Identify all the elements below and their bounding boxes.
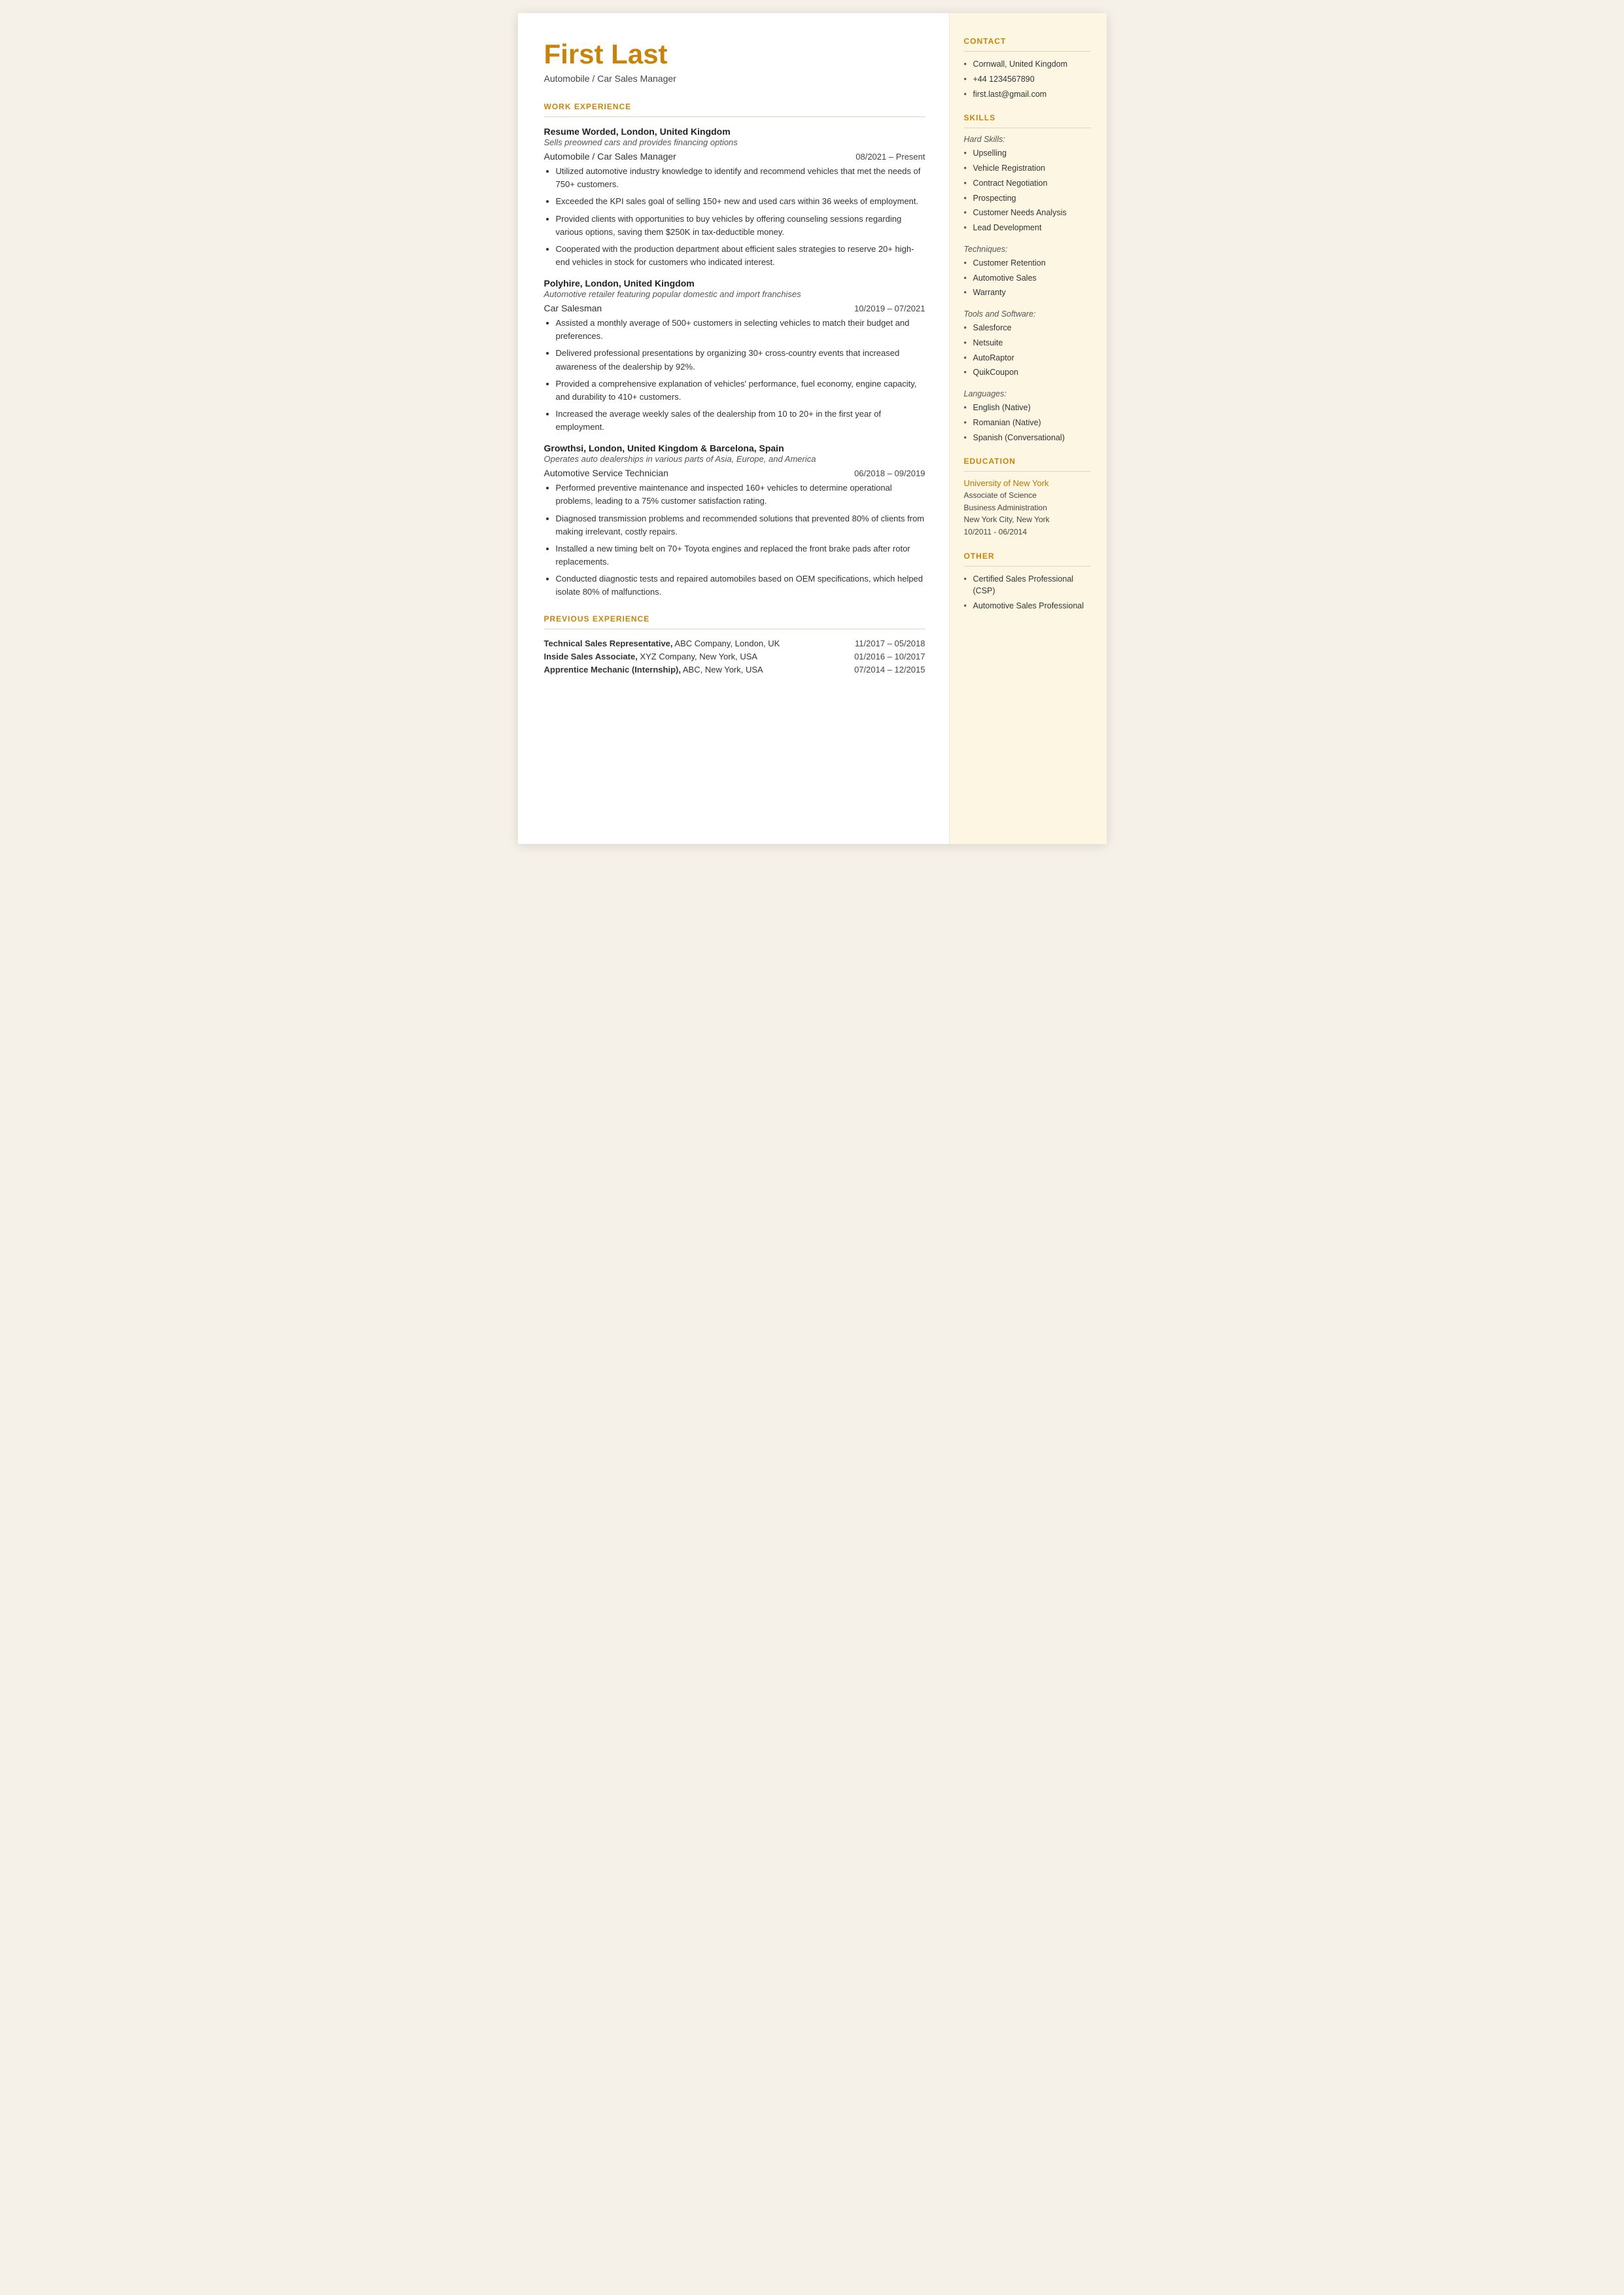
job-2-bullet-3: Provided a comprehensive explanation of … bbox=[556, 377, 925, 404]
job-2: Polyhire, London, United Kingdom Automot… bbox=[544, 278, 925, 434]
job-1: Resume Worded, London, United Kingdom Se… bbox=[544, 126, 925, 269]
technique-warranty: Warranty bbox=[964, 287, 1091, 299]
job-1-bullet-1: Utilized automotive industry knowledge t… bbox=[556, 165, 925, 191]
tool-autoraptor: AutoRaptor bbox=[964, 352, 1091, 364]
contact-section: CONTACT Cornwall, United Kingdom +44 123… bbox=[964, 37, 1091, 100]
technique-customer-retention: Customer Retention bbox=[964, 257, 1091, 270]
candidate-name: First Last bbox=[544, 39, 925, 69]
job-1-title-row: Automobile / Car Sales Manager 08/2021 –… bbox=[544, 151, 925, 162]
job-1-bullet-3: Provided clients with opportunities to b… bbox=[556, 213, 925, 239]
previous-jobs: Technical Sales Representative, ABC Comp… bbox=[544, 639, 925, 674]
job-1-bullets: Utilized automotive industry knowledge t… bbox=[556, 165, 925, 269]
skills-title: SKILLS bbox=[964, 113, 1091, 122]
job-3-title-row: Automotive Service Technician 06/2018 – … bbox=[544, 468, 925, 478]
education-location: New York City, New York bbox=[964, 514, 1091, 526]
work-experience-divider bbox=[544, 116, 925, 117]
contact-title: CONTACT bbox=[964, 37, 1091, 46]
job-3-dates: 06/2018 – 09/2019 bbox=[854, 468, 925, 478]
hard-skills-list: Upselling Vehicle Registration Contract … bbox=[964, 147, 1091, 234]
contact-list: Cornwall, United Kingdom +44 1234567890 … bbox=[964, 58, 1091, 100]
skill-prospecting: Prospecting bbox=[964, 192, 1091, 205]
right-column: CONTACT Cornwall, United Kingdom +44 123… bbox=[950, 13, 1107, 844]
job-2-title-row: Car Salesman 10/2019 – 07/2021 bbox=[544, 303, 925, 313]
skill-lead-development: Lead Development bbox=[964, 222, 1091, 234]
education-school: University of New York bbox=[964, 478, 1091, 488]
job-2-company: Polyhire, London, United Kingdom bbox=[544, 278, 925, 289]
job-3: Growthsi, London, United Kingdom & Barce… bbox=[544, 443, 925, 599]
candidate-subtitle: Automobile / Car Sales Manager bbox=[544, 73, 925, 84]
job-2-bullets: Assisted a monthly average of 500+ custo… bbox=[556, 317, 925, 434]
contact-email: first.last@gmail.com bbox=[964, 88, 1091, 101]
job-1-tagline: Sells preowned cars and provides financi… bbox=[544, 137, 925, 147]
job-3-bullets: Performed preventive maintenance and ins… bbox=[556, 482, 925, 599]
prev-job-1-label: Technical Sales Representative, ABC Comp… bbox=[544, 639, 780, 648]
job-2-title: Car Salesman bbox=[544, 303, 602, 313]
education-section: EDUCATION University of New York Associa… bbox=[964, 457, 1091, 538]
skills-section: SKILLS Hard Skills: Upselling Vehicle Re… bbox=[964, 113, 1091, 444]
skill-upselling: Upselling bbox=[964, 147, 1091, 160]
work-experience-title: WORK EXPERIENCE bbox=[544, 102, 925, 111]
techniques-label: Techniques: bbox=[964, 245, 1091, 254]
hard-skills-label: Hard Skills: bbox=[964, 135, 1091, 144]
prev-job-3-row: Apprentice Mechanic (Internship), ABC, N… bbox=[544, 665, 925, 674]
education-degree: Associate of Science bbox=[964, 489, 1091, 502]
skill-vehicle-registration: Vehicle Registration bbox=[964, 162, 1091, 175]
contact-divider bbox=[964, 51, 1091, 52]
job-2-tagline: Automotive retailer featuring popular do… bbox=[544, 289, 925, 299]
job-3-company: Growthsi, London, United Kingdom & Barce… bbox=[544, 443, 925, 453]
language-english: English (Native) bbox=[964, 402, 1091, 414]
job-3-title: Automotive Service Technician bbox=[544, 468, 668, 478]
education-divider bbox=[964, 471, 1091, 472]
tool-salesforce: Salesforce bbox=[964, 322, 1091, 334]
job-3-bullet-1: Performed preventive maintenance and ins… bbox=[556, 482, 925, 508]
job-3-bullet-3: Installed a new timing belt on 70+ Toyot… bbox=[556, 542, 925, 569]
job-1-bullet-2: Exceeded the KPI sales goal of selling 1… bbox=[556, 195, 925, 208]
other-list: Certified Sales Professional (CSP) Autom… bbox=[964, 573, 1091, 612]
job-3-bullet-4: Conducted diagnostic tests and repaired … bbox=[556, 572, 925, 599]
contact-phone: +44 1234567890 bbox=[964, 73, 1091, 86]
job-3-bullet-2: Diagnosed transmission problems and reco… bbox=[556, 512, 925, 538]
job-1-company: Resume Worded, London, United Kingdom bbox=[544, 126, 925, 137]
prev-job-3-label: Apprentice Mechanic (Internship), ABC, N… bbox=[544, 665, 763, 674]
job-1-dates: 08/2021 – Present bbox=[855, 152, 925, 162]
language-spanish: Spanish (Conversational) bbox=[964, 432, 1091, 444]
technique-automotive-sales: Automotive Sales bbox=[964, 272, 1091, 285]
prev-job-2-dates: 01/2016 – 10/2017 bbox=[854, 652, 925, 661]
tools-label: Tools and Software: bbox=[964, 309, 1091, 319]
languages-label: Languages: bbox=[964, 389, 1091, 398]
prev-job-3-dates: 07/2014 – 12/2015 bbox=[854, 665, 925, 674]
other-item-1: Certified Sales Professional (CSP) bbox=[964, 573, 1091, 598]
job-1-title: Automobile / Car Sales Manager bbox=[544, 151, 676, 162]
tool-quikcoupon: QuikCoupon bbox=[964, 366, 1091, 379]
prev-job-1-dates: 11/2017 – 05/2018 bbox=[855, 639, 925, 648]
tools-list: Salesforce Netsuite AutoRaptor QuikCoupo… bbox=[964, 322, 1091, 379]
skill-contract-negotiation: Contract Negotiation bbox=[964, 177, 1091, 190]
left-column: First Last Automobile / Car Sales Manage… bbox=[518, 13, 950, 844]
education-field: Business Administration bbox=[964, 502, 1091, 514]
job-1-bullet-4: Cooperated with the production departmen… bbox=[556, 243, 925, 269]
other-divider bbox=[964, 566, 1091, 567]
job-3-tagline: Operates auto dealerships in various par… bbox=[544, 454, 925, 464]
prev-job-1-row: Technical Sales Representative, ABC Comp… bbox=[544, 639, 925, 648]
job-2-bullet-2: Delivered professional presentations by … bbox=[556, 347, 925, 373]
contact-address: Cornwall, United Kingdom bbox=[964, 58, 1091, 71]
education-dates: 10/2011 - 06/2014 bbox=[964, 526, 1091, 538]
skill-customer-needs-analysis: Customer Needs Analysis bbox=[964, 207, 1091, 219]
resume-page: First Last Automobile / Car Sales Manage… bbox=[518, 13, 1107, 844]
previous-experience-title: PREVIOUS EXPERIENCE bbox=[544, 614, 925, 623]
other-item-2: Automotive Sales Professional bbox=[964, 600, 1091, 612]
language-romanian: Romanian (Native) bbox=[964, 417, 1091, 429]
techniques-list: Customer Retention Automotive Sales Warr… bbox=[964, 257, 1091, 299]
job-2-bullet-4: Increased the average weekly sales of th… bbox=[556, 408, 925, 434]
prev-job-2-row: Inside Sales Associate, XYZ Company, New… bbox=[544, 652, 925, 661]
job-2-dates: 10/2019 – 07/2021 bbox=[854, 304, 925, 313]
other-title: OTHER bbox=[964, 552, 1091, 561]
languages-list: English (Native) Romanian (Native) Spani… bbox=[964, 402, 1091, 444]
other-section: OTHER Certified Sales Professional (CSP)… bbox=[964, 552, 1091, 612]
tool-netsuite: Netsuite bbox=[964, 337, 1091, 349]
prev-job-2-label: Inside Sales Associate, XYZ Company, New… bbox=[544, 652, 758, 661]
education-title: EDUCATION bbox=[964, 457, 1091, 466]
job-2-bullet-1: Assisted a monthly average of 500+ custo… bbox=[556, 317, 925, 343]
